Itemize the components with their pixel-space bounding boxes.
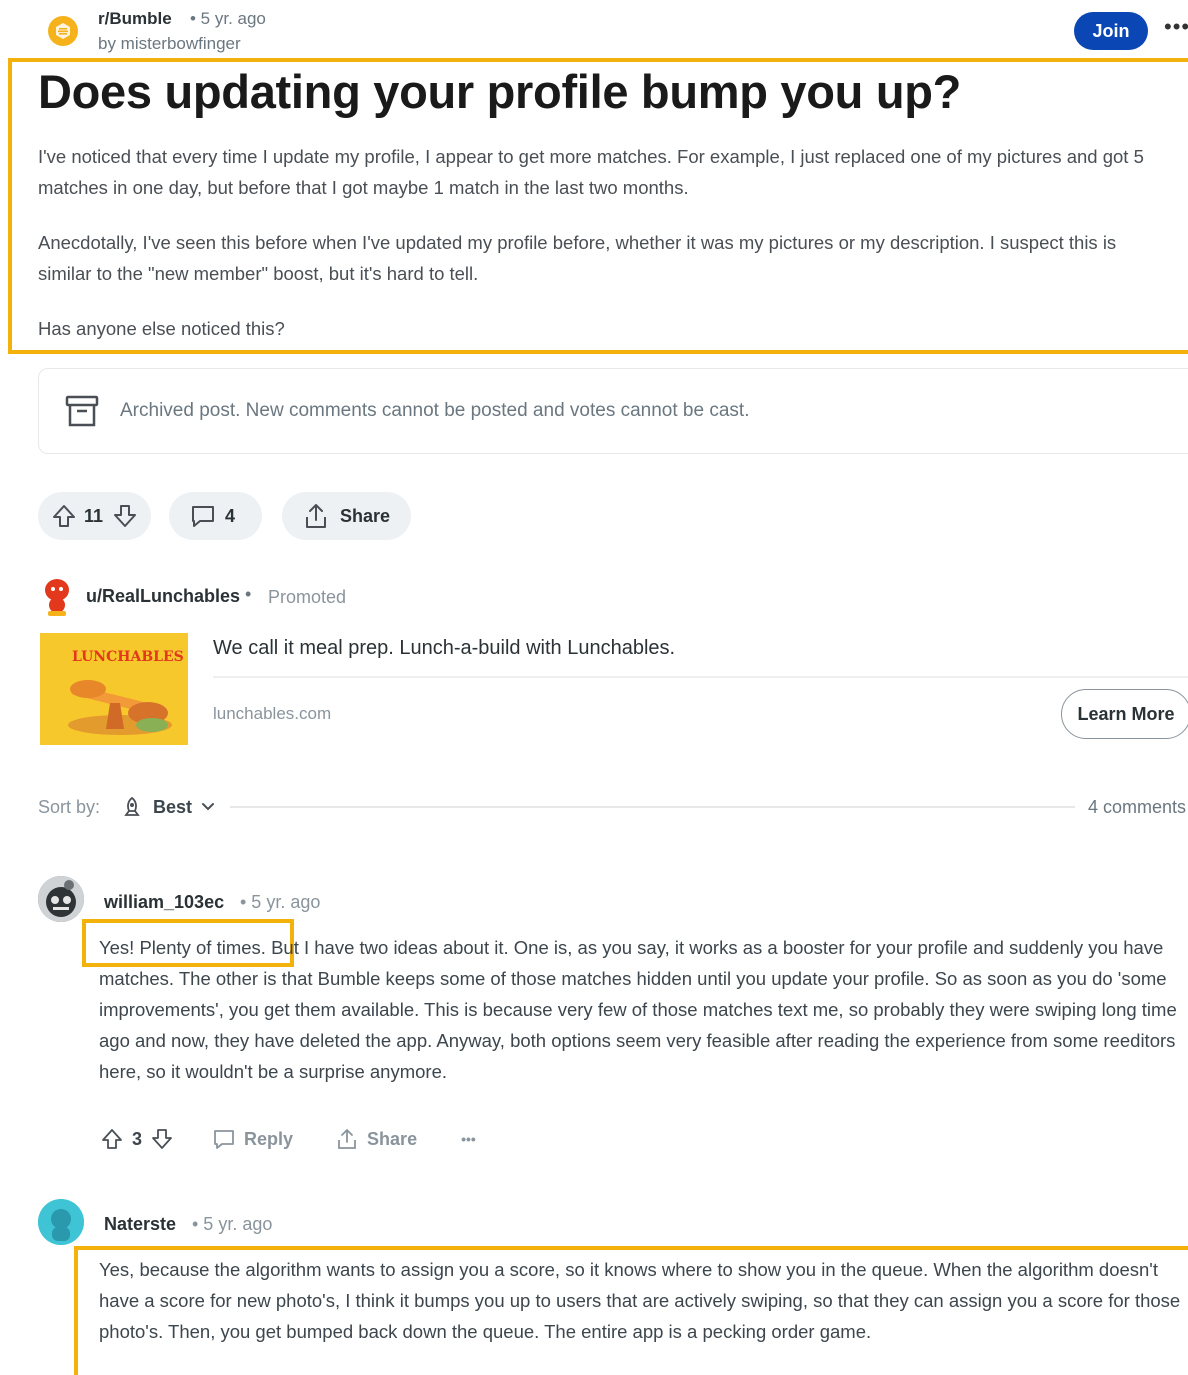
promoted-divider [213,676,1188,678]
comment-more-button[interactable]: ••• [461,1131,476,1147]
highlighted-text: Yes! Plenty of times. [99,937,266,958]
share-button[interactable]: Share [335,1127,417,1151]
comment-body: Yes, because the algorithm wants to assi… [99,1259,1181,1342]
vote-pill: 11 [38,492,151,540]
comment-body: Yes! Plenty of times. But I have two ide… [99,932,1184,1087]
post-author[interactable]: by misterbowfinger [98,34,241,54]
vote-count: 11 [84,505,104,526]
share-button[interactable]: Share [282,492,411,540]
share-label: Share [367,1128,418,1149]
upvote-icon[interactable] [100,1127,124,1151]
reply-label: Reply [244,1128,294,1149]
reply-button[interactable]: Reply [212,1127,293,1151]
subreddit-name[interactable]: r/Bumble [98,9,172,29]
more-options-button[interactable]: ••• [1164,14,1188,40]
comments-button[interactable]: 4 [169,492,262,540]
post-title: Does updating your profile bump you up? [38,65,962,118]
comment-username[interactable]: william_103ec [104,892,224,913]
ad-logo-text: LUNCHABLES [72,649,184,665]
comment-icon [192,506,214,527]
comment-age: • 5 yr. ago [240,892,321,912]
avatar[interactable] [38,876,84,922]
learn-more-button[interactable]: Learn More [1061,689,1188,739]
archived-notice-text: Archived post. New comments cannot be po… [120,400,750,421]
comment-body-text: But I have two ideas about it. One is, a… [99,937,1177,1082]
chevron-down-icon[interactable] [199,797,217,815]
avatar[interactable] [38,1199,84,1245]
upvote-icon[interactable] [50,502,78,530]
join-button[interactable]: Join [1074,12,1148,50]
comment-icon [214,1130,234,1149]
lunchables-avatar[interactable] [38,577,76,617]
user-avatar-image [38,1199,84,1245]
promoted-domain[interactable]: lunchables.com [213,704,331,724]
archive-icon [65,395,99,427]
comment-count: 4 [225,505,236,526]
comment-actions: 3 Reply Share ••• [100,1127,476,1151]
comment-vote-count: 3 [132,1128,143,1149]
sort-divider [230,806,1075,808]
rocket-icon[interactable] [121,796,143,818]
promoted-thumbnail[interactable]: LUNCHABLES [40,633,188,745]
promoted-title[interactable]: We call it meal prep. Lunch-a-build with… [213,637,675,660]
share-label: Share [340,505,391,526]
share-icon [306,504,326,528]
downvote-icon[interactable] [111,502,139,530]
share-icon [338,1129,356,1149]
user-avatar-image [38,876,84,922]
post-paragraph: I've noticed that every time I update my… [38,146,1144,198]
comment-age: • 5 yr. ago [192,1214,273,1234]
comment-username[interactable]: Naterste [104,1214,176,1235]
promoted-user[interactable]: u/RealLunchables [86,586,240,607]
post-paragraph: Has anyone else noticed this? [38,318,285,339]
subreddit-icon[interactable] [48,16,78,46]
post-age: • 5 yr. ago [190,9,266,28]
separator-dot: • [245,584,252,604]
downvote-icon[interactable] [150,1127,174,1151]
sort-label: Sort by: [38,797,101,817]
sort-dropdown[interactable]: Best [153,797,192,818]
lunchables-ad-image: LUNCHABLES [40,633,188,745]
bumble-hexagon-icon [56,23,70,39]
promoted-label: Promoted [268,587,347,607]
vote-group: 3 [100,1127,174,1151]
comment-total: 4 comments [1088,797,1187,817]
post-paragraph: Anecdotally, I've seen this before when … [38,232,1117,284]
